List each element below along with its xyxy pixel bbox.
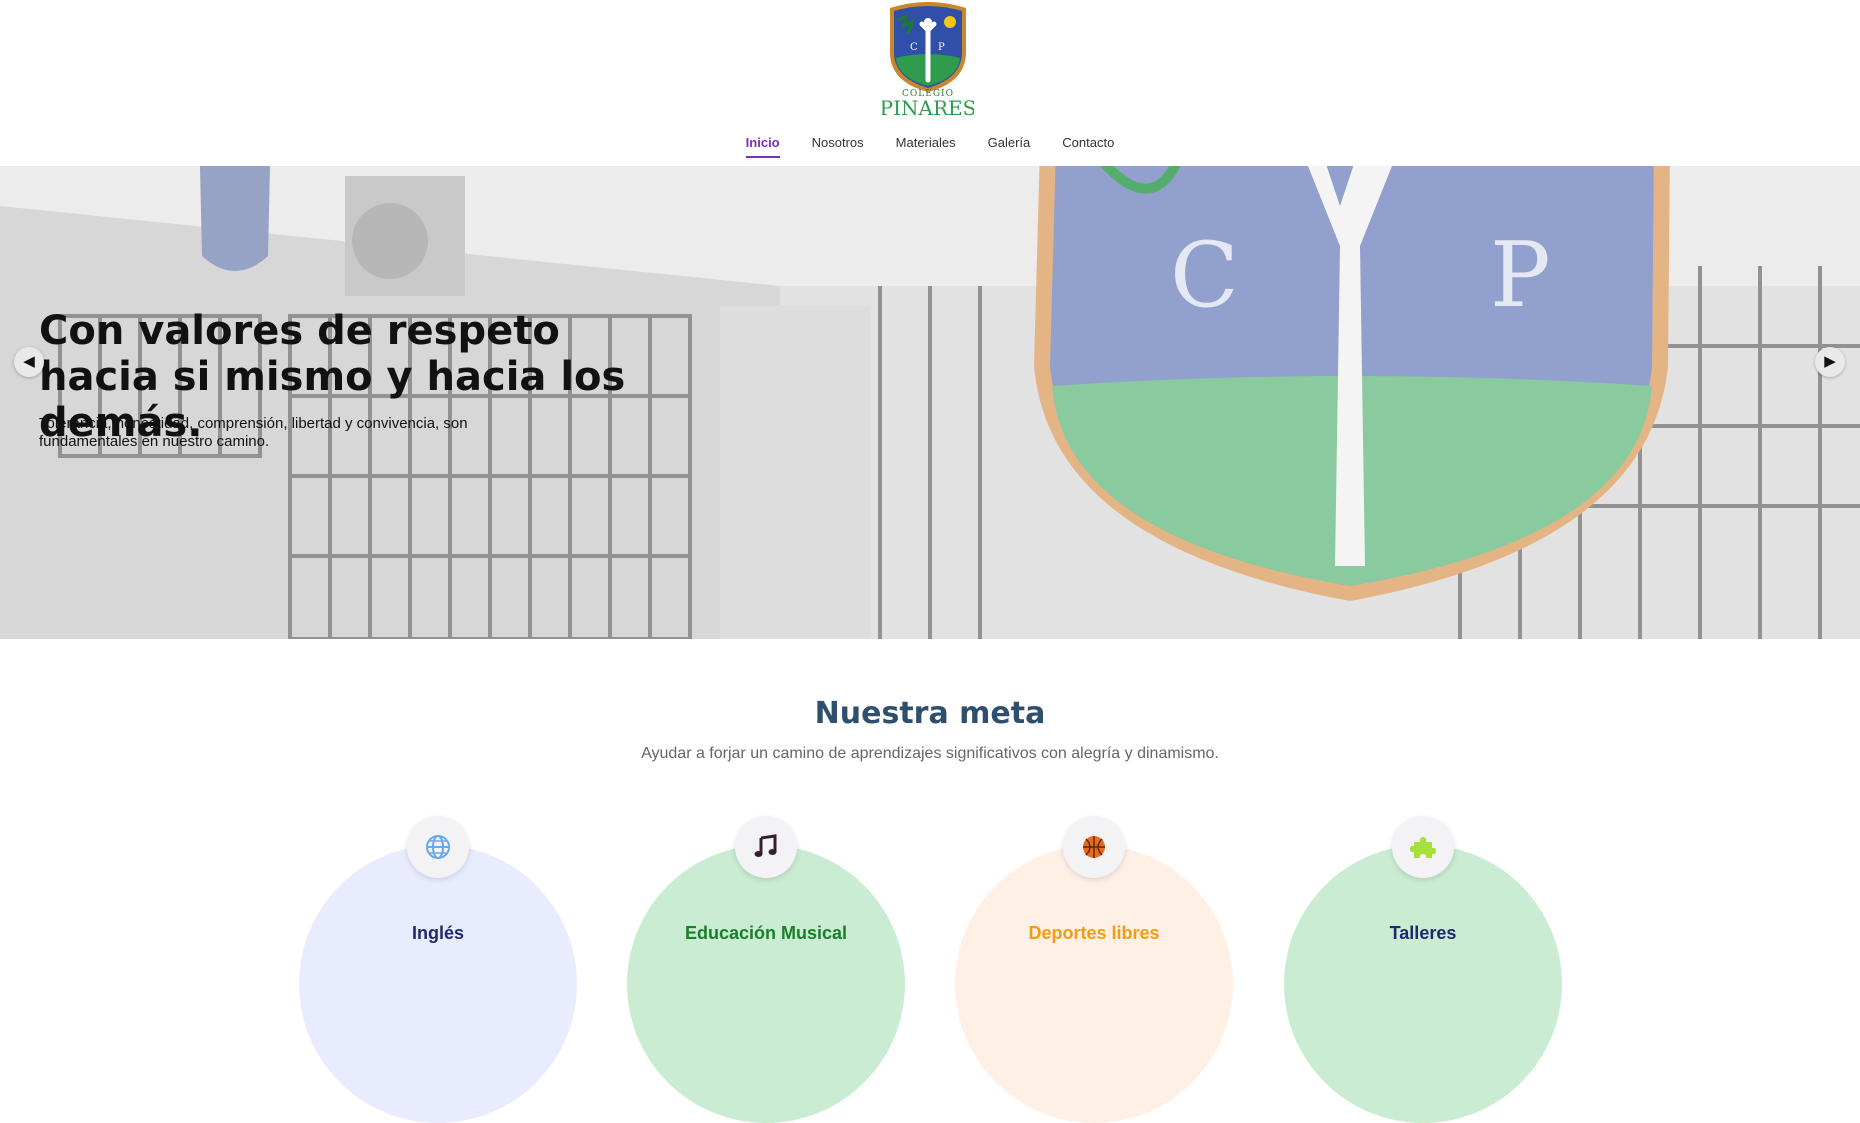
basketball-icon — [1063, 816, 1125, 878]
section-title: Nuestra meta — [814, 696, 1046, 731]
card-label-ingles[interactable]: Inglés — [299, 923, 577, 944]
hero-text: Tolerancia, honestidad, comprensión, lib… — [39, 415, 468, 450]
card-label-deportes-libres[interactable]: Deportes libres — [955, 923, 1233, 944]
logo-letter-c: C — [910, 42, 918, 53]
slider-next-button[interactable]: ▶ — [1815, 347, 1845, 377]
school-logo[interactable]: C P COLEGIO PINARES — [882, 0, 974, 120]
slider-prev-button[interactable]: ◀ — [14, 347, 44, 377]
site-header: C P COLEGIO PINARES Inicio Nosotros Mate… — [0, 0, 1860, 166]
card-talleres[interactable] — [1284, 845, 1562, 1123]
logo-letter-p: P — [938, 42, 945, 53]
puzzle-icon — [1392, 816, 1454, 878]
card-deportes-libres[interactable] — [955, 845, 1233, 1123]
nav-item-materiales[interactable]: Materiales — [880, 134, 972, 158]
nav-item-galeria[interactable]: Galería — [972, 134, 1047, 158]
nav-item-nosotros[interactable]: Nosotros — [796, 134, 880, 158]
logo-school-name: PINARES — [882, 96, 974, 120]
globe-icon — [407, 816, 469, 878]
card-educacion-musical[interactable] — [627, 845, 905, 1123]
nav-item-contacto[interactable]: Contacto — [1046, 134, 1130, 158]
card-label-talleres[interactable]: Talleres — [1284, 923, 1562, 944]
music-note-icon — [735, 816, 797, 878]
card-label-educacion-musical[interactable]: Educación Musical — [627, 923, 905, 944]
main-nav: Inicio Nosotros Materiales Galería Conta… — [0, 134, 1860, 158]
card-ingles[interactable] — [299, 845, 577, 1123]
nav-item-inicio[interactable]: Inicio — [730, 134, 796, 158]
section-subtitle: Ayudar a forjar un camino de aprendizaje… — [641, 745, 1219, 762]
hero-slider: C P Con valores de respeto hacia si mism… — [0, 166, 1860, 639]
